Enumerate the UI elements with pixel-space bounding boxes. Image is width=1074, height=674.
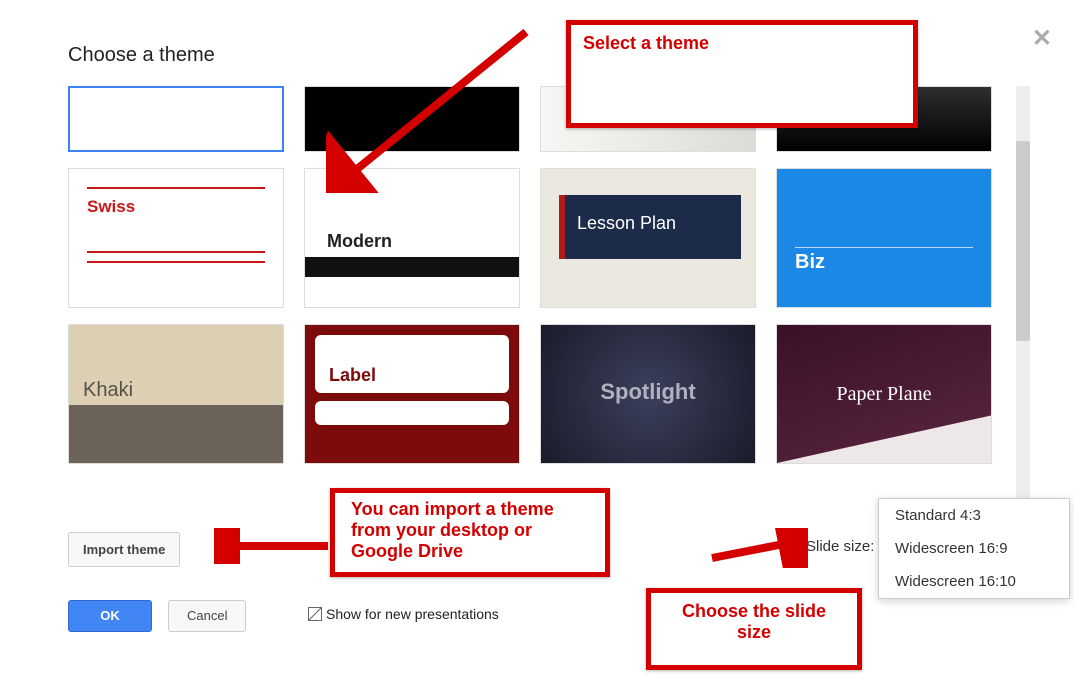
show-new-presentations-checkbox[interactable]: Show for new presentations <box>308 606 499 622</box>
cancel-button[interactable]: Cancel <box>168 600 246 632</box>
theme-khaki[interactable]: Khaki <box>68 324 284 464</box>
theme-label: Biz <box>795 251 825 274</box>
decor-line <box>87 261 265 263</box>
theme-paper-plane[interactable]: Paper Plane <box>776 324 992 464</box>
scroll-thumb[interactable] <box>1016 141 1030 341</box>
decor-box <box>315 401 509 425</box>
theme-swiss[interactable]: Swiss <box>68 168 284 308</box>
scrollbar[interactable] <box>1016 86 1030 498</box>
close-icon[interactable]: ✕ <box>1032 24 1052 53</box>
annotation-choose-size: Choose the slide size <box>646 588 862 670</box>
size-option-16-9[interactable]: Widescreen 16:9 <box>879 532 1069 565</box>
theme-biz[interactable]: Biz <box>776 168 992 308</box>
theme-label: Khaki <box>83 379 133 402</box>
theme-label: Spotlight <box>541 379 755 405</box>
annotation-select-theme: Select a theme <box>566 20 918 128</box>
arrow-icon <box>708 528 808 568</box>
checkbox-label: Show for new presentations <box>326 606 499 622</box>
theme-label: Label <box>315 335 509 393</box>
theme-dialog: ✕ Choose a theme Swiss Modern Lesson Pla… <box>26 8 1074 674</box>
checkbox-icon[interactable] <box>308 607 322 621</box>
theme-label: Lesson Plan <box>577 213 676 234</box>
arrow-icon <box>214 528 334 564</box>
theme-lesson-plan[interactable]: Lesson Plan <box>540 168 756 308</box>
decor-fold <box>777 415 992 463</box>
theme-grid: Swiss Modern Lesson Plan Biz Khaki Label… <box>68 86 1008 498</box>
annotation-import-note: You can import a theme from your desktop… <box>330 488 610 577</box>
size-option-16-10[interactable]: Widescreen 16:10 <box>879 565 1069 598</box>
slide-size-label: Slide size: <box>806 538 874 555</box>
decor-line <box>795 247 973 248</box>
decor-line <box>87 187 265 189</box>
import-theme-button[interactable]: Import theme <box>68 532 180 567</box>
theme-label-theme[interactable]: Label <box>304 324 520 464</box>
ok-button[interactable]: OK <box>68 600 152 632</box>
decor-bottom <box>69 405 283 463</box>
dialog-title: Choose a theme <box>68 44 215 67</box>
theme-spotlight[interactable]: Spotlight <box>540 324 756 464</box>
theme-tile[interactable] <box>68 86 284 152</box>
decor-line <box>87 251 265 253</box>
slide-size-menu: Standard 4:3 Widescreen 16:9 Widescreen … <box>878 498 1070 599</box>
decor-bar <box>305 257 519 277</box>
theme-label: Modern <box>327 231 392 252</box>
arrow-icon <box>326 28 536 193</box>
theme-label: Paper Plane <box>777 383 991 406</box>
theme-label: Swiss <box>87 197 135 217</box>
size-option-standard[interactable]: Standard 4:3 <box>879 499 1069 532</box>
